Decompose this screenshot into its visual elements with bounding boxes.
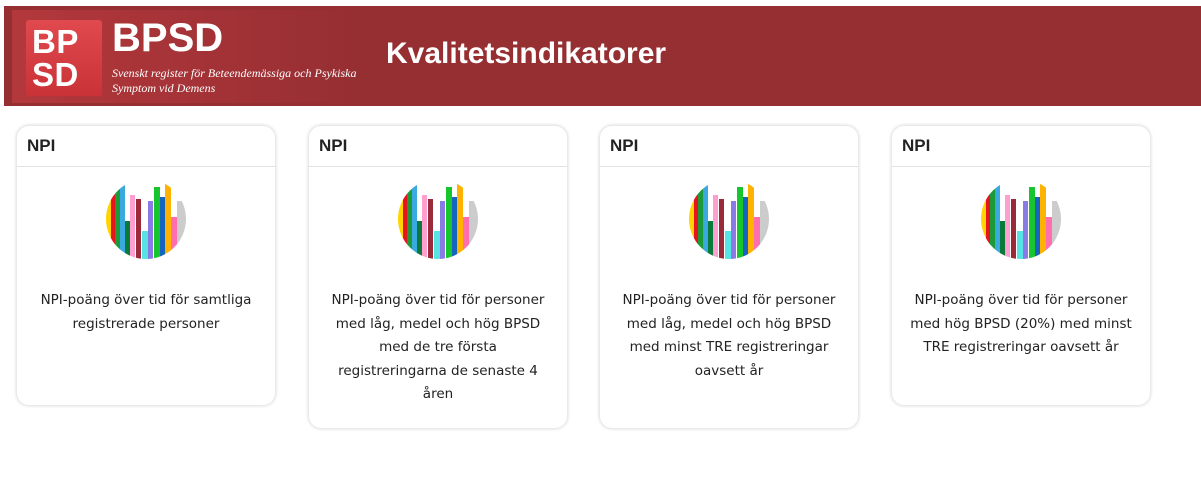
card-header: NPI xyxy=(892,126,1150,167)
card-description: NPI-poäng över tid för personer med låg,… xyxy=(331,292,545,402)
bar-chart-icon xyxy=(981,179,1061,259)
card-title: NPI xyxy=(27,136,56,155)
card-header: NPI xyxy=(600,126,858,167)
page-title: Kvalitetsindikatorer xyxy=(386,37,667,70)
indicator-card-1[interactable]: NPI NPI-poäng över tid för samtliga regi… xyxy=(17,126,275,405)
card-header: NPI xyxy=(309,126,567,167)
card-description: NPI-poäng över tid för personer med hög … xyxy=(910,292,1132,355)
card-title: NPI xyxy=(610,136,639,155)
bar-chart-icon xyxy=(689,179,769,259)
card-description: NPI-poäng över tid för samtliga registre… xyxy=(40,292,252,332)
indicator-card-2[interactable]: NPI NPI-poäng över tid för personer med … xyxy=(309,126,567,428)
logo-mark: BP SD xyxy=(26,20,102,96)
indicator-card-4[interactable]: NPI NPI-poäng över tid för personer med … xyxy=(892,126,1150,405)
card-description: NPI-poäng över tid för personer med låg,… xyxy=(622,292,836,379)
logo-mark-line2: SD xyxy=(32,56,79,93)
bar-chart-icon xyxy=(106,179,186,259)
logo-subtitle: Svenskt register för Beteendemässiga och… xyxy=(112,66,357,95)
logo-mark-line1: BP xyxy=(32,23,79,60)
header-bar: BP SD BPSD Svenskt register för Beteende… xyxy=(4,6,1201,106)
card-title: NPI xyxy=(902,136,931,155)
bar-chart-icon xyxy=(398,179,478,259)
bpsd-logo[interactable]: BP SD BPSD Svenskt register för Beteende… xyxy=(12,10,358,103)
card-header: NPI xyxy=(17,126,275,167)
card-title: NPI xyxy=(319,136,348,155)
indicator-card-3[interactable]: NPI NPI-poäng över tid för personer med … xyxy=(600,126,858,428)
logo-title: BPSD xyxy=(112,16,224,60)
